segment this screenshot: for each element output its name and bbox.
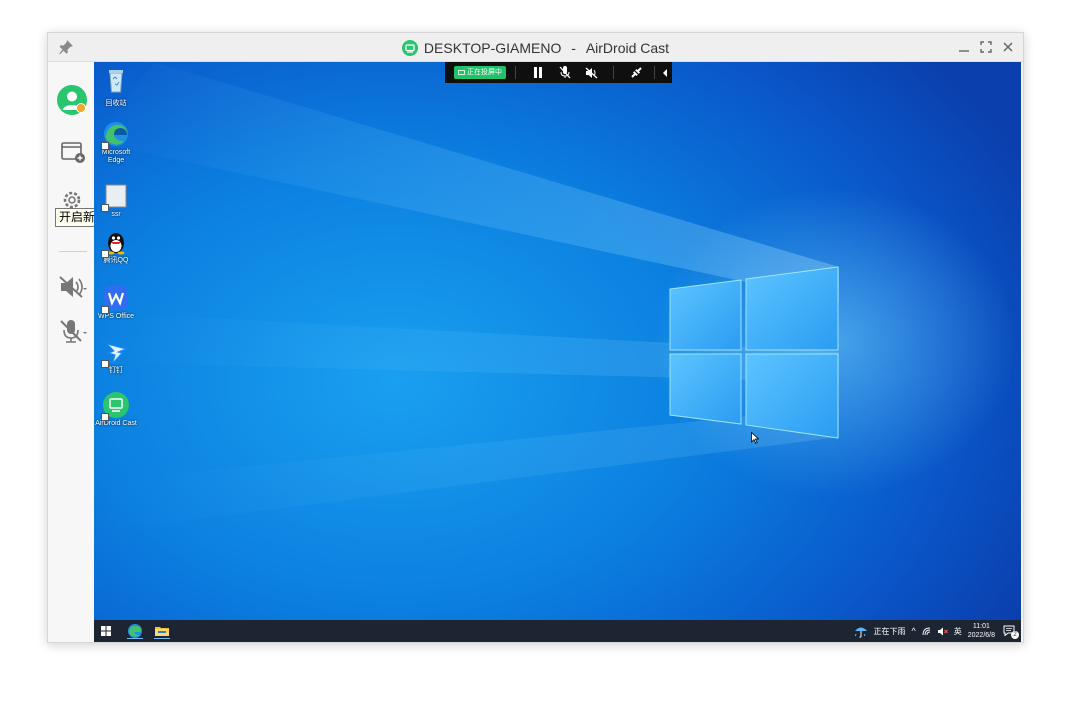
castbar-separator	[515, 66, 516, 79]
clock-date: 2022/6/8	[967, 632, 995, 639]
mouse-cursor-icon	[751, 432, 759, 444]
shortcut-arrow-icon	[101, 413, 109, 421]
mic-toggle-button[interactable]	[556, 66, 573, 80]
weather-text[interactable]: 正在下雨	[874, 626, 906, 637]
desktop-icon-dingtalk[interactable]: 钉钉	[94, 338, 138, 375]
windows-wallpaper	[94, 62, 839, 532]
weather-rain-icon[interactable]	[854, 625, 868, 638]
disconnect-icon	[630, 66, 643, 79]
mic-off-icon	[559, 66, 571, 79]
desktop-icon-label: ssr	[111, 211, 121, 218]
open-new-window-icon[interactable]	[56, 136, 88, 168]
cast-control-bar: 正在投屏中	[445, 62, 672, 83]
network-icon[interactable]	[922, 627, 931, 636]
volume-muted-icon[interactable]	[937, 627, 948, 636]
collapse-toolbar-button[interactable]	[661, 66, 670, 80]
close-icon[interactable]	[1001, 40, 1015, 54]
airdroid-logo-icon	[401, 40, 418, 56]
pause-icon	[534, 67, 543, 78]
desktop-icon-recycle-bin[interactable]: 回收站	[94, 66, 138, 108]
desktop-icon-microsoft-edge[interactable]: Microsoft Edge	[94, 120, 138, 165]
clock-time: 11:01	[972, 623, 990, 630]
taskbar-edge-icon[interactable]	[127, 623, 143, 639]
chevron-left-icon	[663, 68, 668, 77]
window-title: DESKTOP-GIAMENO - AirDroid Cast	[48, 40, 1023, 59]
desktop-icon-label: Microsoft Edge	[101, 149, 131, 164]
castbar-separator	[613, 66, 615, 79]
taskbar-file-explorer-icon[interactable]	[154, 623, 170, 639]
chevron-up-icon[interactable]: ^	[912, 626, 916, 636]
desktop-icon-label: 腾讯QQ	[103, 257, 129, 264]
speaker-toggle-button[interactable]	[583, 66, 600, 80]
screen-icon	[458, 69, 465, 75]
shortcut-arrow-icon	[101, 142, 109, 150]
desktop-icon-label: AirDroid Cast	[95, 420, 137, 427]
shortcut-arrow-icon	[101, 204, 109, 212]
desktop-icon-label: 钉钉	[109, 367, 123, 374]
disconnect-button[interactable]	[628, 66, 645, 80]
desktop-icon-label: 回收站	[105, 100, 127, 107]
shortcut-arrow-icon	[101, 306, 109, 314]
airdroid-cast-window: DESKTOP-GIAMENO - AirDroid Cast 开启新窗口 正在…	[47, 32, 1024, 643]
desktop-icon-wps-office[interactable]: WPS Office	[94, 284, 138, 321]
desktop-icon-qq[interactable]: 腾讯QQ	[94, 228, 138, 265]
window-title-device: DESKTOP-GIAMENO	[423, 40, 562, 56]
sidebar-divider	[59, 251, 87, 252]
title-bar[interactable]: DESKTOP-GIAMENO - AirDroid Cast	[48, 33, 1023, 62]
pause-button[interactable]	[530, 66, 547, 80]
castbar-separator	[653, 66, 655, 79]
window-title-separator: -	[567, 40, 580, 56]
window-title-app: AirDroid Cast	[585, 40, 670, 56]
shortcut-arrow-icon	[101, 250, 109, 258]
desktop-icon-label: WPS Office	[97, 313, 135, 320]
windows-taskbar: 正在下雨 ^ 英 11:01 2022/6/8 2	[94, 620, 1021, 642]
casting-status-text: 正在投屏中	[467, 69, 502, 76]
shortcut-arrow-icon	[101, 360, 109, 368]
notification-badge: 2	[1011, 631, 1019, 639]
system-tray: 正在下雨 ^ 英 11:01 2022/6/8 2	[854, 620, 1021, 642]
casting-status-badge: 正在投屏中	[454, 66, 506, 79]
account-avatar-icon[interactable]	[56, 84, 88, 116]
speaker-muted-icon[interactable]	[56, 271, 88, 303]
minimize-icon[interactable]	[957, 40, 971, 54]
recycle-bin-icon	[109, 70, 123, 93]
ime-indicator[interactable]: 英	[954, 626, 962, 637]
desktop-icon-ssr[interactable]: ssr	[94, 182, 138, 219]
speaker-off-icon	[585, 67, 598, 78]
desktop-icon-airdroid-cast[interactable]: AirDroid Cast	[94, 391, 138, 428]
windows-start-icon[interactable]	[99, 624, 113, 638]
maximize-icon[interactable]	[979, 40, 993, 54]
remote-desktop-view[interactable]: 正在投屏中 回收站 Microsoft Edge ssr 腾讯QQ WPS Of…	[94, 62, 1021, 642]
notification-center-button[interactable]: 2	[1003, 625, 1019, 639]
sidebar: 开启新窗口	[48, 62, 124, 642]
clock[interactable]: 11:01 2022/6/8	[968, 622, 995, 640]
mic-muted-icon[interactable]	[56, 315, 88, 347]
